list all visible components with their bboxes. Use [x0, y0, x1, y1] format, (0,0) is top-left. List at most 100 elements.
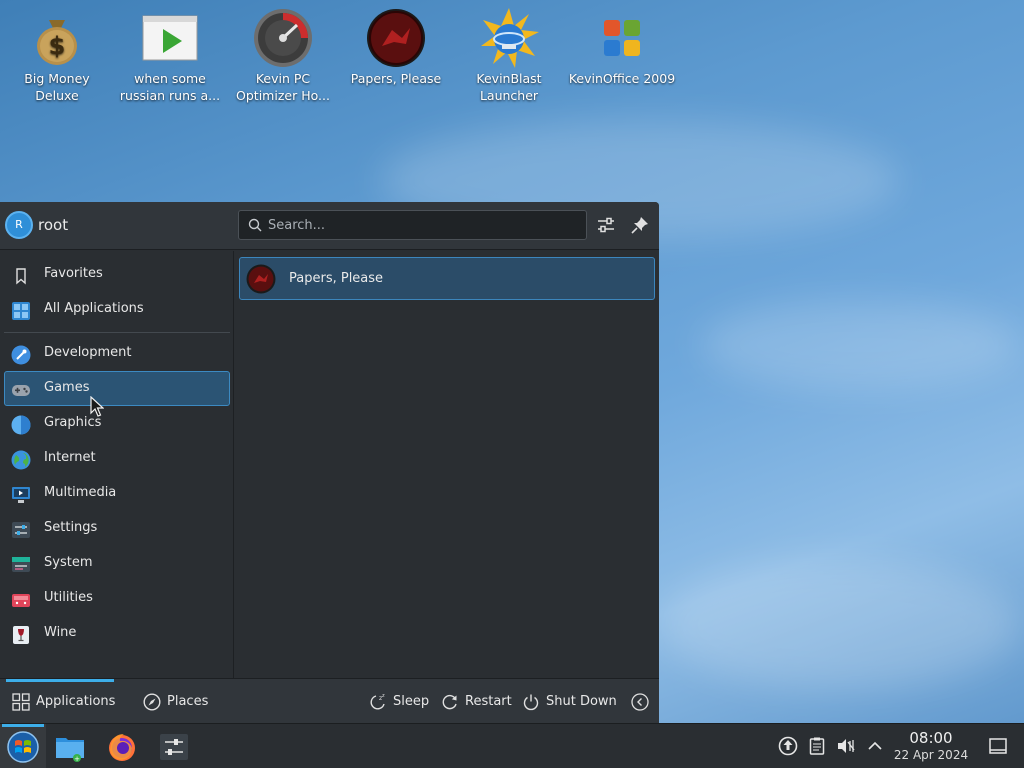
category-label: All Applications	[44, 301, 144, 316]
tray-volume[interactable]	[836, 736, 856, 756]
category-favorites[interactable]: Favorites	[4, 257, 230, 292]
category-settings[interactable]: Settings	[4, 511, 230, 546]
multimedia-icon	[11, 485, 31, 505]
category-games[interactable]: Games	[4, 371, 230, 406]
search-box[interactable]	[238, 210, 587, 240]
desktop-icon-label: Kevin PC Optimizer Ho...	[236, 71, 330, 103]
mouse-cursor	[90, 395, 105, 418]
compass-icon	[143, 693, 161, 711]
gamepad-icon	[11, 380, 31, 400]
tray-clipboard[interactable]	[807, 736, 827, 756]
wine-icon	[11, 625, 31, 645]
taskbar-firefox[interactable]	[99, 724, 145, 768]
papers-please-icon	[246, 264, 276, 294]
svg-text:z: z	[382, 693, 385, 699]
globe-icon	[11, 450, 31, 470]
desktop-icon-label: Papers, Please	[350, 71, 442, 86]
desktop-icon-label: KevinOffice 2009	[568, 71, 676, 86]
wallpaper-cloud	[700, 300, 1020, 390]
svg-text:+: +	[74, 755, 80, 763]
show-desktop-icon	[989, 738, 1007, 754]
tab-label: Applications	[36, 694, 116, 709]
bookmark-icon	[11, 266, 31, 286]
shutdown-label: Shut Down	[546, 694, 617, 709]
user-name[interactable]: root	[38, 216, 68, 234]
category-label: Utilities	[44, 590, 93, 605]
chevron-up-icon	[868, 741, 882, 750]
tab-label: Places	[167, 694, 209, 709]
desktop-icon-papers-please[interactable]: Papers, Please	[341, 8, 451, 87]
desktop-icon-big-money-deluxe[interactable]: $ Big Money Deluxe	[2, 8, 112, 104]
utilities-icon	[11, 590, 31, 610]
restart-icon	[441, 693, 459, 711]
clipboard-icon	[809, 737, 825, 755]
shutdown-button[interactable]: Shut Down	[522, 679, 617, 724]
clock-date[interactable]: 22 Apr 2024	[890, 748, 972, 762]
speedometer-icon	[253, 8, 313, 68]
start-orb-icon	[6, 730, 40, 764]
system-icon	[11, 555, 31, 575]
graphics-icon	[11, 415, 31, 435]
grid-icon	[11, 301, 31, 321]
pin-icon	[631, 217, 648, 234]
category-all-applications[interactable]: All Applications	[4, 292, 230, 327]
desktop-icon-label: KevinBlast Launcher	[476, 71, 542, 103]
application-launcher: R root Favorites All Applications Develo…	[0, 202, 659, 723]
folder-icon: +	[53, 730, 87, 764]
tab-applications[interactable]: Applications	[0, 679, 116, 724]
category-label: Favorites	[44, 266, 103, 281]
category-label: Internet	[44, 450, 96, 465]
category-multimedia[interactable]: Multimedia	[4, 476, 230, 511]
taskbar-start-button[interactable]	[0, 724, 46, 768]
result-label: Papers, Please	[289, 271, 384, 286]
clock-time[interactable]: 08:00	[896, 729, 966, 747]
results-pane: Papers, Please	[235, 251, 659, 679]
configure-button[interactable]	[595, 214, 617, 236]
category-sidebar: Favorites All Applications Development G…	[0, 251, 234, 679]
category-label: Development	[44, 345, 132, 360]
desktop-icon-label: Big Money Deluxe	[24, 71, 90, 103]
user-avatar[interactable]: R	[5, 211, 33, 239]
category-label: Wine	[44, 625, 77, 640]
applications-grid-icon	[12, 693, 30, 711]
result-item-papers-please[interactable]: Papers, Please	[239, 257, 655, 300]
category-wine[interactable]: Wine	[4, 616, 230, 651]
settings-icon	[11, 520, 31, 540]
desktop-icon-kevinblast-launcher[interactable]: KevinBlast Launcher	[454, 8, 564, 104]
restart-button[interactable]: Restart	[441, 679, 512, 724]
development-icon	[11, 345, 31, 365]
video-play-icon	[140, 8, 200, 68]
show-desktop-button[interactable]	[988, 736, 1008, 756]
sleep-button[interactable]: zz Sleep	[369, 679, 429, 724]
more-power-options-button[interactable]	[631, 679, 651, 724]
category-internet[interactable]: Internet	[4, 441, 230, 476]
category-development[interactable]: Development	[4, 336, 230, 371]
desktop-icon-kevin-pc-optimizer[interactable]: Kevin PC Optimizer Ho...	[228, 8, 338, 104]
restart-label: Restart	[465, 694, 512, 709]
desktop-icon-kevinoffice[interactable]: KevinOffice 2009	[567, 8, 677, 87]
svg-text:$: $	[49, 32, 66, 60]
pin-button[interactable]	[629, 214, 651, 236]
search-input[interactable]	[268, 216, 578, 235]
taskbar: + 08:00 22 Apr 2024	[0, 723, 1024, 768]
chevron-left-icon	[631, 693, 649, 711]
office-logo-icon	[592, 8, 652, 68]
power-icon	[522, 693, 540, 711]
sliders-icon	[157, 730, 191, 764]
category-utilities[interactable]: Utilities	[4, 581, 230, 616]
category-graphics[interactable]: Graphics	[4, 406, 230, 441]
desktop-icon-video[interactable]: when some russian runs a...	[115, 8, 225, 104]
tray-expand-button[interactable]	[865, 736, 885, 756]
category-label: Multimedia	[44, 485, 117, 500]
volume-muted-icon	[838, 739, 855, 753]
launcher-footer: Applications Places zz Sleep Restart Shu…	[0, 678, 659, 723]
tab-places[interactable]: Places	[131, 679, 221, 724]
category-label: Games	[44, 380, 90, 395]
category-system[interactable]: System	[4, 546, 230, 581]
category-label: Settings	[44, 520, 98, 535]
tray-updates[interactable]	[778, 736, 798, 756]
sleep-label: Sleep	[393, 694, 430, 709]
firefox-icon	[105, 730, 139, 764]
taskbar-file-manager[interactable]: +	[47, 724, 93, 768]
taskbar-system-settings[interactable]	[151, 724, 197, 768]
